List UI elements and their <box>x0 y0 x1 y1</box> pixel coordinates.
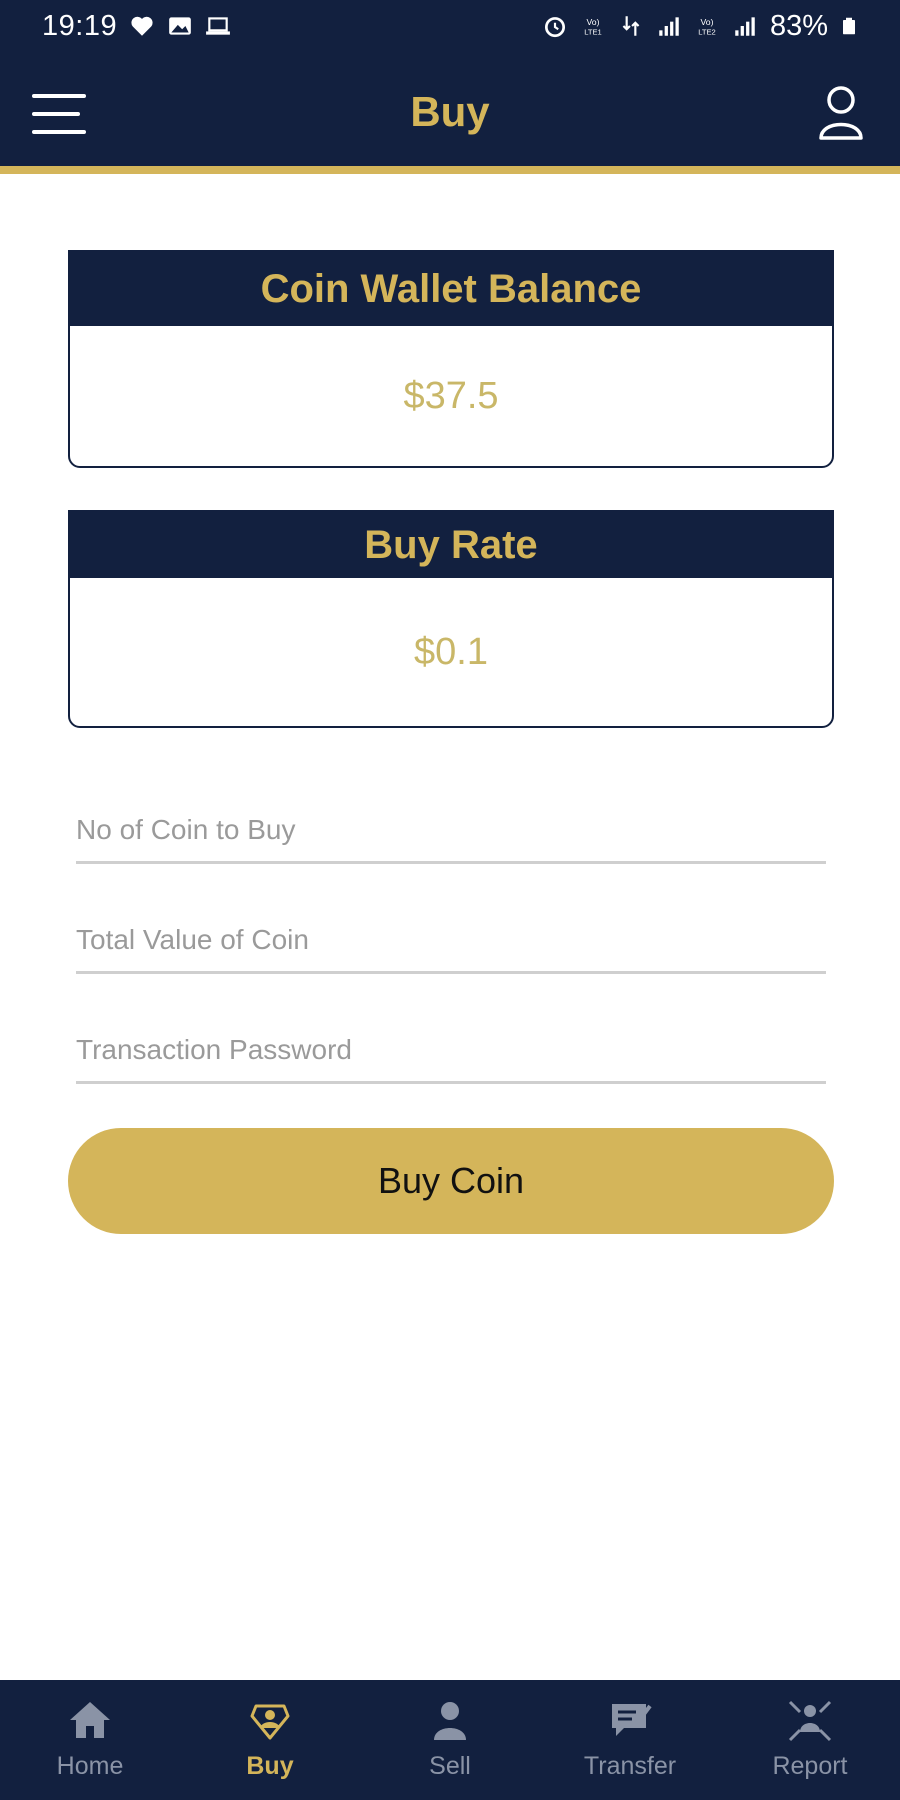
nav-item-buy[interactable]: Buy <box>180 1680 360 1800</box>
volte-icon: Vo) LTE2 <box>698 17 716 37</box>
image-icon <box>169 17 191 35</box>
svg-text:LTE1: LTE1 <box>584 28 602 37</box>
laptop-icon <box>206 17 230 35</box>
nav-item-home[interactable]: Home <box>0 1680 180 1800</box>
nav-item-transfer[interactable]: Transfer <box>540 1680 720 1800</box>
app-bar: Buy <box>0 52 900 174</box>
signal-icon <box>735 17 755 36</box>
buy-rate-value: $0.1 <box>414 630 488 673</box>
status-right: Vo) LTE1 Vo) LTE2 83% <box>542 10 858 43</box>
nav-label-report: Report <box>772 1752 848 1780</box>
nav-label-buy: Buy <box>246 1752 294 1780</box>
nav-item-sell[interactable]: Sell <box>360 1680 540 1800</box>
home-icon <box>70 1702 110 1738</box>
wallet-balance-title: Coin Wallet Balance <box>70 252 832 326</box>
nav-label-sell: Sell <box>429 1752 471 1780</box>
heart-icon <box>131 16 153 36</box>
svg-text:Vo): Vo) <box>700 17 713 27</box>
buy-rate-card: Buy Rate $0.1 <box>68 510 834 728</box>
buy-icon <box>250 1704 290 1740</box>
svg-text:LTE2: LTE2 <box>698 28 716 37</box>
status-left: 19:19 <box>42 10 231 43</box>
svg-text:Vo): Vo) <box>586 17 599 27</box>
page-title: Buy <box>410 88 490 135</box>
volte-icon: Vo) LTE1 <box>584 17 602 37</box>
wallet-balance-card: Coin Wallet Balance $37.5 <box>68 250 834 468</box>
status-bar: 19:19 Vo) LTE1 Vo) LTE2 83% <box>0 0 900 52</box>
battery-percent: 83% <box>769 9 828 42</box>
signal-icon <box>659 17 679 36</box>
wallet-balance-value: $37.5 <box>403 374 499 417</box>
data-icon <box>622 16 640 36</box>
alarm-icon <box>544 17 565 38</box>
transaction-password-input[interactable] <box>76 1028 826 1084</box>
buy-coin-button[interactable]: Buy Coin <box>68 1128 834 1234</box>
nav-item-report[interactable]: Report <box>720 1680 900 1800</box>
coins-to-buy-input[interactable] <box>76 808 826 864</box>
report-icon <box>788 1700 832 1742</box>
nav-label-home: Home <box>56 1752 124 1780</box>
status-time: 19:19 <box>42 9 118 42</box>
buy-rate-title: Buy Rate <box>70 512 832 578</box>
total-value-input[interactable] <box>76 918 826 974</box>
user-profile-icon[interactable] <box>816 80 866 144</box>
transfer-icon <box>612 1704 652 1736</box>
bottom-nav: Home Buy Sell Transfer Report <box>0 1680 900 1800</box>
battery-icon <box>843 17 855 35</box>
nav-label-transfer: Transfer <box>583 1752 677 1780</box>
person-icon <box>434 1702 466 1740</box>
